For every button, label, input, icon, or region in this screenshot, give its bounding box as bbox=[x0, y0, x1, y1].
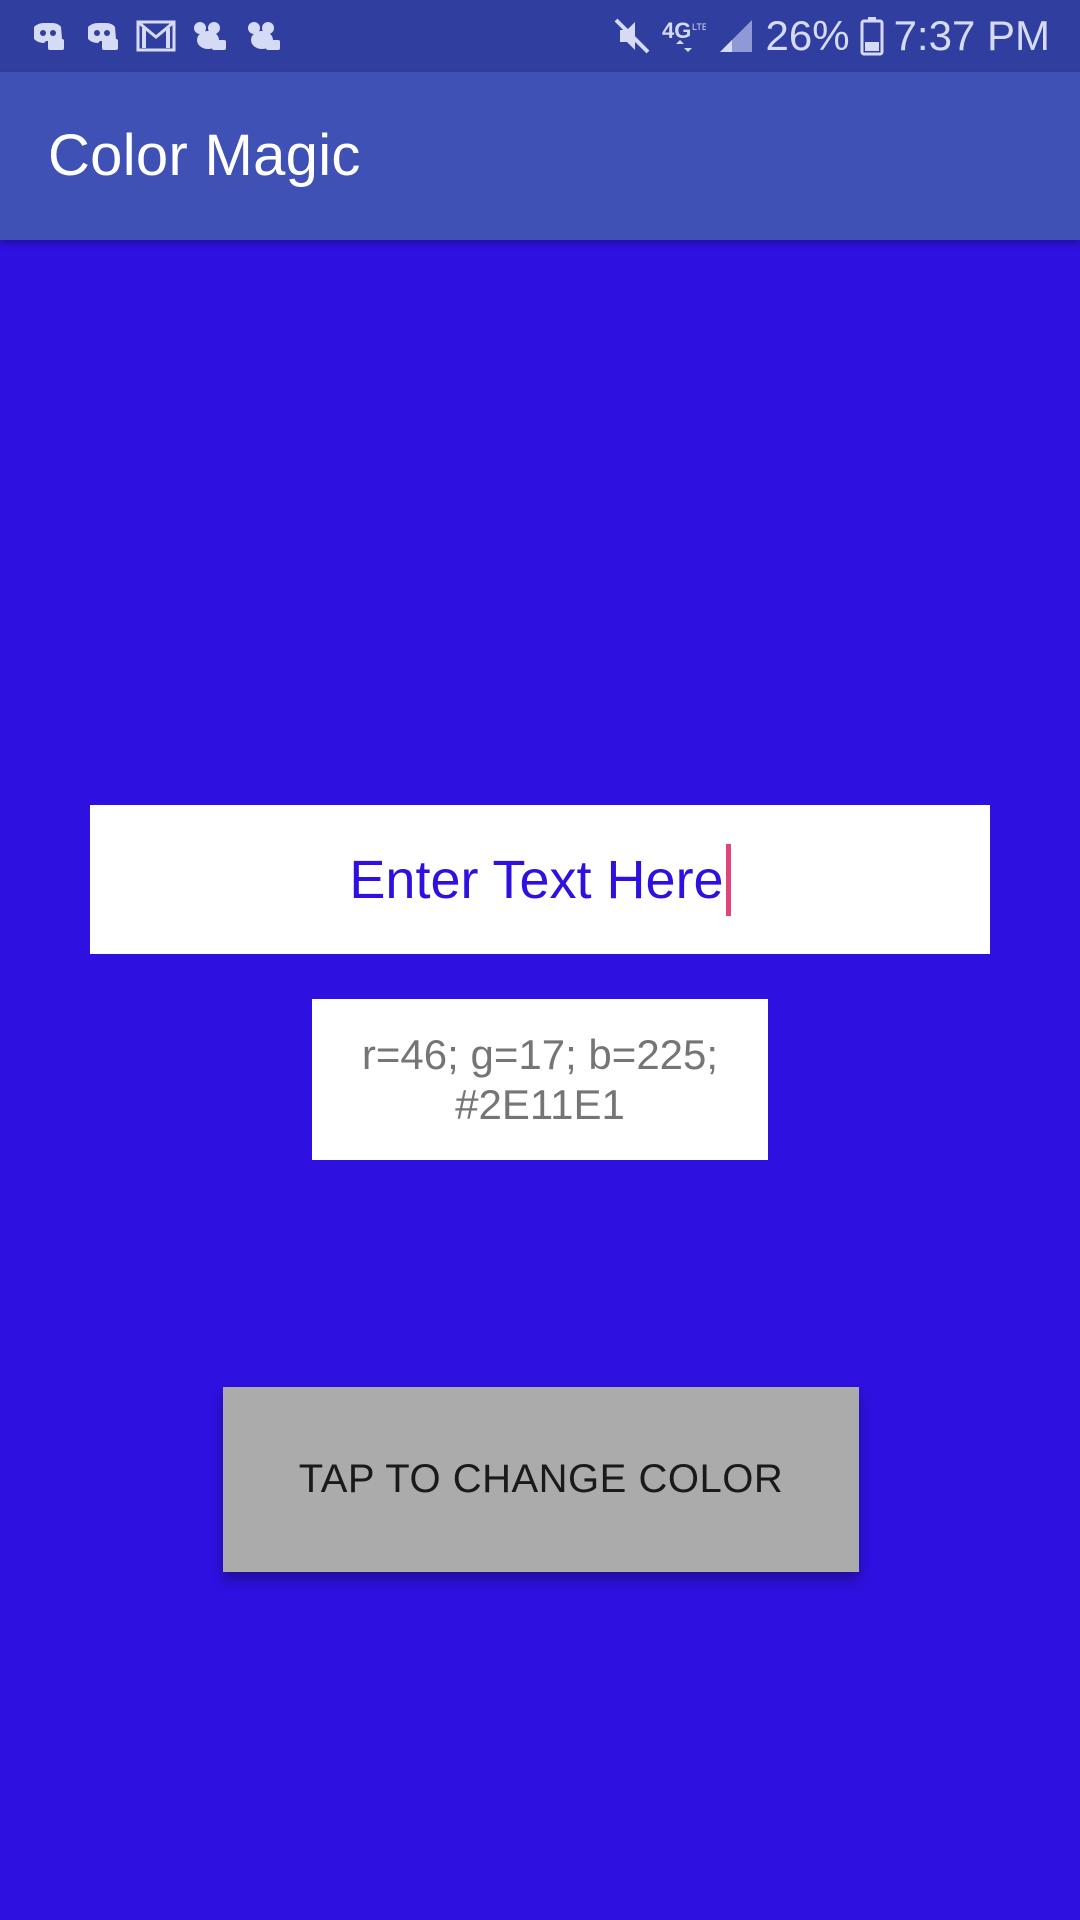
battery-icon bbox=[860, 16, 884, 56]
app-bar: Color Magic bbox=[0, 72, 1080, 240]
discord-icon bbox=[82, 16, 122, 56]
text-input[interactable]: Enter Text Here bbox=[90, 805, 990, 954]
mouse-app-icon bbox=[244, 16, 284, 56]
mute-icon bbox=[612, 16, 652, 56]
gmail-icon bbox=[136, 16, 176, 56]
battery-percent: 26% bbox=[765, 12, 850, 59]
svg-text:4G: 4G bbox=[662, 18, 691, 43]
mouse-app-icon bbox=[190, 16, 230, 56]
color-readout: r=46; g=17; b=225; #2E11E1 bbox=[312, 999, 768, 1160]
system-status: 4G LTE 26% 7:37 PM bbox=[612, 10, 1050, 62]
status-bar: 4G LTE 26% 7:37 PM bbox=[0, 0, 1080, 72]
change-color-button[interactable]: TAP TO CHANGE COLOR bbox=[223, 1387, 859, 1572]
signal-icon bbox=[716, 16, 756, 56]
clock: 7:37 PM bbox=[893, 12, 1050, 59]
network-type-icon: 4G LTE bbox=[662, 16, 706, 56]
text-input-value: Enter Text Here bbox=[349, 849, 724, 910]
svg-text:LTE: LTE bbox=[692, 22, 706, 32]
discord-icon bbox=[28, 16, 68, 56]
hex-value: #2E11E1 bbox=[455, 1080, 625, 1128]
text-input-content: Enter Text Here bbox=[349, 843, 731, 916]
app-title: Color Magic bbox=[48, 123, 361, 188]
text-cursor bbox=[725, 843, 731, 916]
change-color-button-label: TAP TO CHANGE COLOR bbox=[298, 1457, 784, 1501]
rgb-values: r=46; g=17; b=225; bbox=[361, 1030, 719, 1078]
notification-icons bbox=[28, 14, 284, 58]
